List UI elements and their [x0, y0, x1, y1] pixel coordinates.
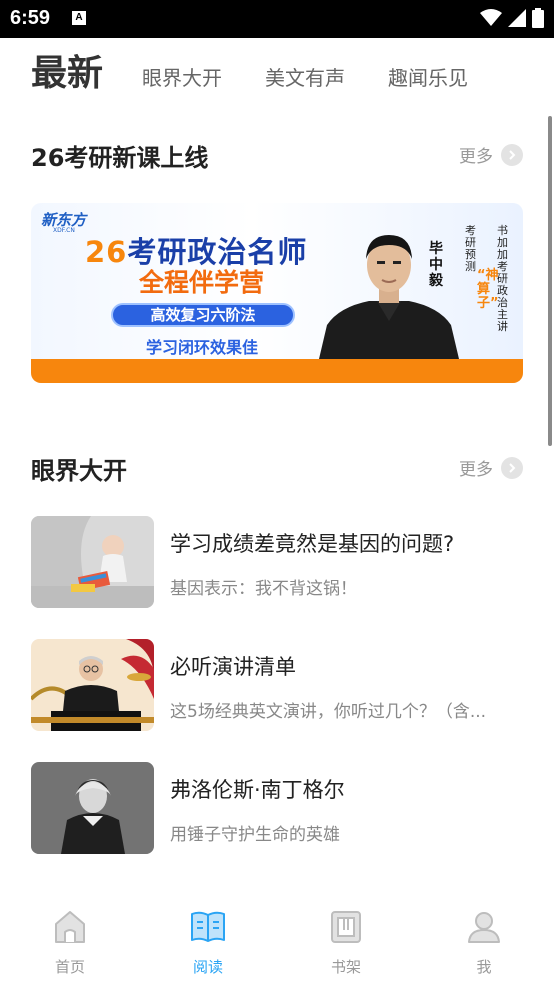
banner-subhead: 全程伴学营 — [139, 268, 265, 297]
tab-audio-essays[interactable]: 美文有声 — [265, 62, 345, 91]
teacher-name: 毕中毅 — [429, 241, 443, 289]
section-title-course: 26考研新课上线 — [31, 144, 209, 172]
status-time: 6:59 — [10, 7, 51, 29]
article-thumbnail-baby — [31, 516, 154, 608]
banner-pill: 高效复习六阶法 — [111, 303, 295, 327]
nav-home[interactable]: 首页 — [30, 908, 110, 977]
status-bar: 6:59 A — [0, 0, 554, 38]
chevron-right-icon — [501, 456, 523, 479]
xdf-logo-sub: XDF.CN — [53, 227, 75, 234]
course-more-button[interactable]: 更多 — [459, 142, 523, 167]
teacher-nickname: “神算子” — [477, 268, 499, 311]
notification-a-icon: A — [72, 11, 86, 25]
article-title: 必听演讲清单 — [170, 655, 296, 679]
article-title: 弗洛伦斯·南丁格尔 — [170, 778, 345, 802]
more-label: 更多 — [459, 147, 493, 167]
article-title: 学习成绩差竟然是基因的问题? — [170, 532, 455, 556]
article-desc: 基因表示：我不背这锅！ — [170, 579, 357, 599]
article-thumbnail-speech — [31, 639, 154, 731]
banner-tagline: 学习闭环效果佳 — [146, 338, 259, 357]
feed-content[interactable]: 26考研新课上线 更多 新东方 XDF.CN 26考研政治名师 全程伴学营 高效… — [0, 102, 554, 888]
article-desc: 用锤子守护生命的英雄 — [170, 825, 340, 845]
article-desc: 这5场经典英文演讲，你听过几个？（含... — [170, 702, 487, 722]
tab-eye-opener[interactable]: 眼界大开 — [142, 62, 222, 91]
nav-bookshelf-label: 书架 — [330, 958, 361, 976]
bottom-nav: 首页 阅读 书架 我 — [0, 888, 554, 984]
more-label: 更多 — [459, 460, 493, 480]
system-icons — [480, 8, 544, 28]
user-icon — [468, 912, 500, 943]
nav-reading-label: 阅读 — [192, 958, 223, 976]
banner-bottom-bar — [31, 359, 523, 383]
wifi-icon — [480, 9, 502, 26]
nav-bookshelf[interactable]: 书架 — [306, 908, 386, 977]
tab-latest[interactable]: 最新 — [31, 44, 103, 96]
battery-icon — [532, 8, 544, 28]
article-thumbnail-portrait — [31, 762, 154, 854]
nav-reading[interactable]: 阅读 — [168, 908, 248, 977]
course-banner[interactable]: 新东方 XDF.CN 26考研政治名师 全程伴学营 高效复习六阶法 学习闭环效果… — [31, 203, 523, 383]
bookshelf-icon — [331, 911, 361, 943]
section-title-eye-opener: 眼界大开 — [31, 457, 127, 485]
article-item[interactable]: 必听演讲清单 这5场经典英文演讲，你听过几个？（含... — [31, 639, 523, 731]
article-item[interactable]: 学习成绩差竟然是基因的问题? 基因表示：我不背这锅！ — [31, 516, 523, 608]
nav-me[interactable]: 我 — [444, 908, 524, 977]
nav-me-label: 我 — [476, 958, 492, 976]
banner-headline-number: 26 — [85, 235, 128, 269]
home-icon — [55, 911, 85, 943]
article-item[interactable]: 弗洛伦斯·南丁格尔 用锤子守护生命的英雄 — [31, 762, 523, 854]
category-tabs: 最新 眼界大开 美文有声 趣闻乐见 — [0, 38, 554, 102]
eye-opener-more-button[interactable]: 更多 — [459, 455, 523, 480]
scrollbar[interactable] — [548, 116, 552, 446]
chevron-right-icon — [501, 143, 523, 166]
book-open-icon — [191, 911, 225, 942]
teacher-title-1: 考研预测 — [465, 224, 476, 273]
nav-home-label: 首页 — [54, 958, 85, 976]
tab-fun-news[interactable]: 趣闻乐见 — [388, 62, 468, 91]
signal-icon — [508, 9, 526, 27]
teacher-title-2: 书加加考研政治主讲 — [497, 224, 508, 333]
